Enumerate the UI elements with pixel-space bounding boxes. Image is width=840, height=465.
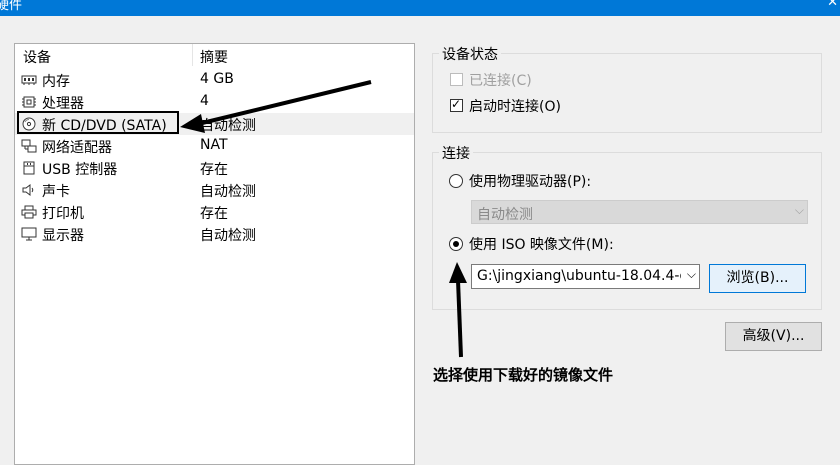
annotation-text: 选择使用下载好的镜像文件 [433,366,614,384]
arrowhead-left-icon [180,114,205,133]
annotation-arrows [180,80,467,358]
arrow-to-cd-dvd [197,80,372,126]
arrowhead-up-icon [449,262,467,283]
arrow-to-iso [456,279,463,358]
